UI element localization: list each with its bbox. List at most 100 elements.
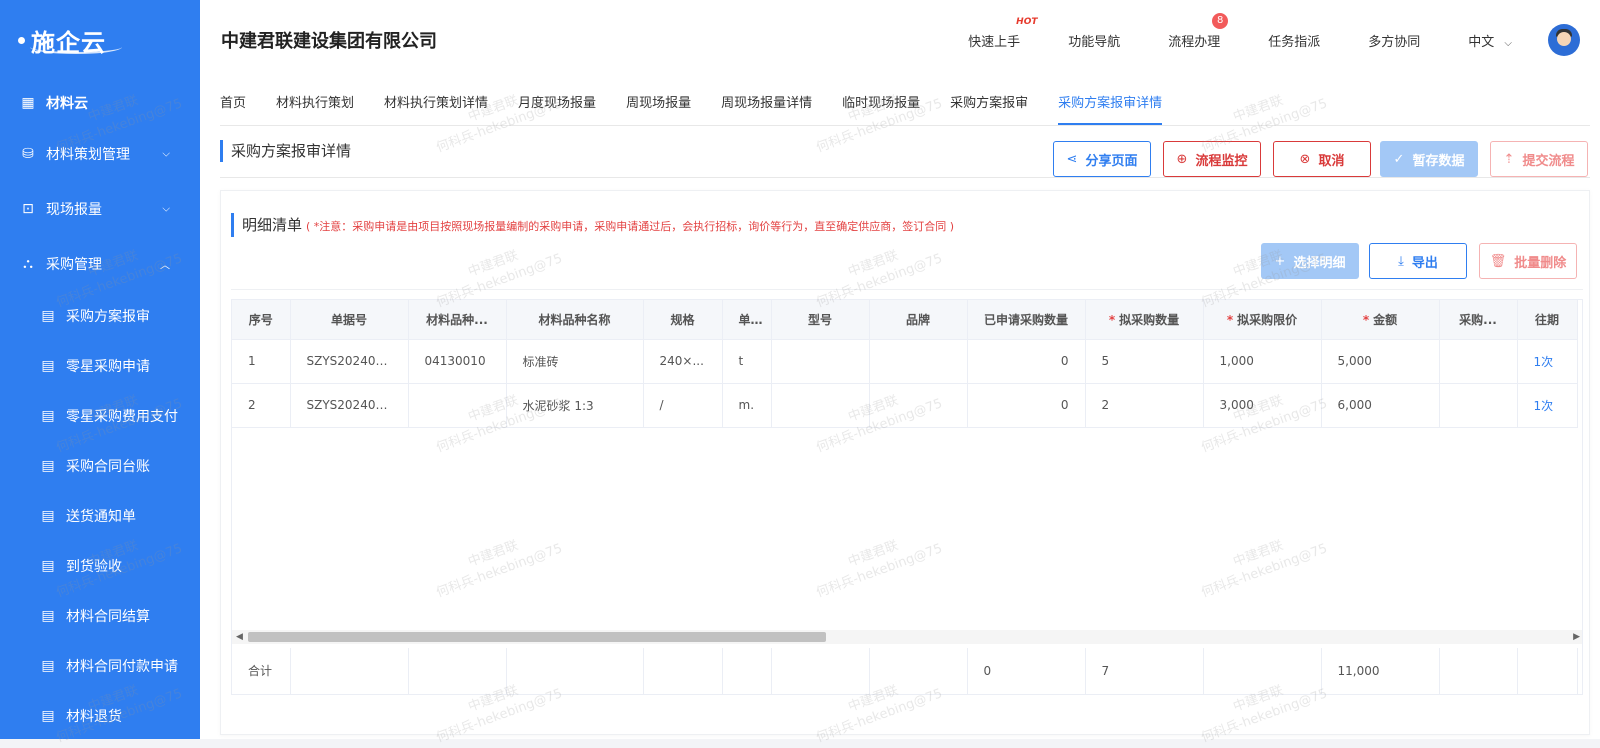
menu-icon: ▤ xyxy=(41,358,55,374)
table-cell xyxy=(1439,383,1518,428)
header: 中建君联建设集团有限公司 快速上手 HOT 功能导航 流程办理 8 任务指派 多方协… xyxy=(200,0,1600,80)
column-header[interactable]: 型号 xyxy=(771,300,870,340)
scroll-right-icon[interactable]: ▶ xyxy=(1573,630,1580,644)
hot-badge: HOT xyxy=(1016,16,1038,27)
sidebar-item-label: 采购合同台账 xyxy=(66,459,150,475)
share-page-button[interactable]: ⋖ 分享页面 xyxy=(1053,141,1151,177)
sidebar-item-3[interactable]: ⛬ 采购管理 ︿ xyxy=(0,236,200,291)
horizontal-scrollbar[interactable]: ◀ ▶ xyxy=(232,630,1582,644)
sidebar-item-12[interactable]: ▤ 材料退货 xyxy=(0,691,200,741)
app-logo[interactable]: 施企云 xyxy=(0,0,200,80)
menu-icon: ▦ xyxy=(21,95,35,111)
summary-cell xyxy=(506,648,644,694)
table-cell: 0 xyxy=(967,339,1086,384)
logo-arc-icon xyxy=(30,40,122,54)
user-avatar[interactable] xyxy=(1548,24,1580,56)
table-cell: 标准砖 xyxy=(506,339,644,384)
summary-cell xyxy=(643,648,723,694)
column-header[interactable]: 材料品种... xyxy=(408,300,507,340)
column-header[interactable]: 单据号 xyxy=(290,300,409,340)
table-cell: 3,000 xyxy=(1203,383,1322,428)
summary-cell xyxy=(771,648,870,694)
column-header[interactable]: 序号 xyxy=(232,300,291,340)
tab-3[interactable]: 月度现场报量 xyxy=(518,92,596,125)
column-header[interactable]: * 金额 xyxy=(1321,300,1440,340)
tab-2[interactable]: 材料执行策划详情 xyxy=(384,92,488,125)
column-header[interactable]: 材料品种名称 xyxy=(506,300,644,340)
sidebar: 施企云 ▦ 材料云 ⛁ 材料策划管理 ⌵ ⊡ 现场报量 ⌵ ⛬ 采购管理 ︿ ▤ 采购方案报审 ▤ 零星采购… xyxy=(0,0,200,739)
language-select[interactable]: 中文 ⌵ xyxy=(1468,31,1512,50)
table-cell xyxy=(1439,339,1518,384)
select-detail-button[interactable]: + 选择明细 xyxy=(1261,243,1359,279)
table-cell: 水泥砂浆 1:3 xyxy=(506,383,644,428)
tab-6[interactable]: 临时现场报量 xyxy=(842,92,920,125)
save-draft-button[interactable]: ✓ 暂存数据 xyxy=(1380,141,1478,177)
table-row[interactable]: 2 SZYS202409... 水泥砂浆 1:3/m. 0 2 3,000 6,000 1次 xyxy=(232,383,1578,428)
sidebar-nav: ▦ 材料云 ⛁ 材料策划管理 ⌵ ⊡ 现场报量 ⌵ ⛬ 采购管理 ︿ ▤ 采购方案报审 ▤ 零星采购申请 ▤ 零… xyxy=(0,80,200,741)
export-button[interactable]: ⤓ 导出 xyxy=(1369,243,1467,279)
chevron-down-icon: ⌵ xyxy=(162,148,170,159)
table-row[interactable]: 1 SZYS202409... 04130010 标准砖 240×... t 0 5 1,000… xyxy=(232,339,1578,384)
tab-5[interactable]: 周现场报量详情 xyxy=(721,92,812,125)
required-mark: * xyxy=(1108,312,1116,327)
header-nav: 快速上手 HOT 功能导航 流程办理 8 任务指派 多方协同 中文 ⌵ xyxy=(920,0,1580,80)
table-cell[interactable]: 1次 xyxy=(1517,383,1578,428)
sidebar-item-11[interactable]: ▤ 材料合同付款申请 xyxy=(0,641,200,691)
monitor-icon: ⊕ xyxy=(1176,151,1188,167)
sidebar-item-4[interactable]: ▤ 采购方案报审 xyxy=(0,291,200,341)
menu-icon: ▤ xyxy=(41,658,55,674)
tab-1[interactable]: 材料执行策划 xyxy=(276,92,354,125)
tab-7[interactable]: 采购方案报审 xyxy=(950,92,1028,125)
process-monitor-button[interactable]: ⊕ 流程监控 xyxy=(1163,141,1261,177)
summary-row: 合计 0 7 11,000 xyxy=(232,648,1578,694)
table-cell: 5,000 xyxy=(1321,339,1440,384)
check-circle-icon: ✓ xyxy=(1393,151,1405,167)
task-assign-label: 任务指派 xyxy=(1268,34,1321,50)
summary-cell xyxy=(1439,648,1518,694)
submit-process-button[interactable]: ⇡ 提交流程 xyxy=(1490,141,1588,177)
tab-8[interactable]: 采购方案报审详情 xyxy=(1058,92,1163,125)
cancel-button[interactable]: ⊗ 取消 xyxy=(1273,141,1371,177)
column-header[interactable]: 单. xyxy=(722,300,772,340)
sidebar-item-0[interactable]: ▦ 材料云 xyxy=(0,80,200,126)
column-header[interactable]: 已申请采购数量 xyxy=(967,300,1086,340)
summary-cell xyxy=(1517,648,1578,694)
column-header[interactable]: 规格 xyxy=(643,300,723,340)
column-header[interactable]: 品牌 xyxy=(869,300,968,340)
table-body: 1 SZYS202409... 04130010 标准砖 240×... t 0 5 1,000… xyxy=(232,339,1578,428)
sidebar-item-label: 材料云 xyxy=(46,96,88,112)
sidebar-item-label: 到货验收 xyxy=(66,559,122,575)
task-assign-link[interactable]: 任务指派 xyxy=(1268,31,1320,50)
scroll-left-icon[interactable]: ◀ xyxy=(236,630,243,644)
column-header[interactable]: * 拟采购限价 xyxy=(1203,300,1322,340)
menu-icon: ▤ xyxy=(41,558,55,574)
batch-delete-button[interactable]: 🗑 批量删除 xyxy=(1479,243,1577,279)
column-header[interactable]: 往期 xyxy=(1517,300,1578,340)
tab-4[interactable]: 周现场报量 xyxy=(626,92,691,125)
scrollbar-thumb[interactable] xyxy=(248,632,826,642)
quick-start-link[interactable]: 快速上手 HOT xyxy=(968,17,1037,50)
table-cell: 1,000 xyxy=(1203,339,1322,384)
process-monitor-label: 流程监控 xyxy=(1195,153,1248,169)
summary-cell xyxy=(869,648,968,694)
collaboration-link[interactable]: 多方协同 xyxy=(1368,31,1420,50)
sidebar-item-10[interactable]: ▤ 材料合同结算 xyxy=(0,591,200,641)
function-nav-link[interactable]: 功能导航 xyxy=(1068,31,1120,50)
sidebar-item-8[interactable]: ▤ 送货通知单 xyxy=(0,491,200,541)
sidebar-item-1[interactable]: ⛁ 材料策划管理 ⌵ xyxy=(0,126,200,181)
sidebar-item-9[interactable]: ▤ 到货验收 xyxy=(0,541,200,591)
column-header[interactable]: 采购... xyxy=(1439,300,1518,340)
tab-0[interactable]: 首页 xyxy=(220,92,246,125)
sidebar-item-7[interactable]: ▤ 采购合同台账 xyxy=(0,441,200,491)
column-header[interactable]: * 拟采购数量 xyxy=(1085,300,1204,340)
detail-title: 明细清单( *注意：采购申请是由项目按照现场报量编制的采购申请，采购申请通过后，… xyxy=(231,213,954,237)
select-detail-label: 选择明细 xyxy=(1293,255,1346,271)
sidebar-item-5[interactable]: ▤ 零星采购申请 xyxy=(0,341,200,391)
table-cell[interactable]: 1次 xyxy=(1517,339,1578,384)
table-cell xyxy=(869,339,968,384)
menu-icon: ▤ xyxy=(41,708,55,724)
sidebar-item-6[interactable]: ▤ 零星采购费用支付 xyxy=(0,391,200,441)
process-handle-link[interactable]: 流程办理 8 xyxy=(1168,12,1229,50)
sidebar-item-2[interactable]: ⊡ 现场报量 ⌵ xyxy=(0,181,200,236)
sidebar-item-label: 材料退货 xyxy=(66,709,122,725)
